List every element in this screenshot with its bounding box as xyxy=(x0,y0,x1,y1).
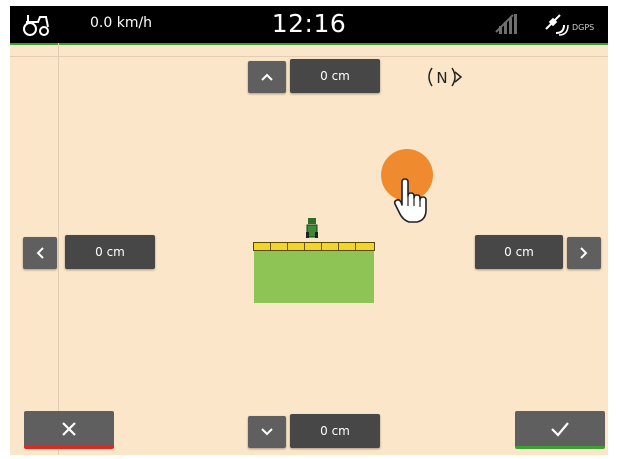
guidance-offset-screen: 0.0 km/h 12:16 DGPS 0 cm N 0 cm 0 cm 0 c… xyxy=(10,6,608,455)
chevron-down-icon xyxy=(261,428,273,436)
signal-icon xyxy=(495,14,517,34)
tractor-position-icon xyxy=(306,218,318,238)
satellite-icon xyxy=(545,14,569,36)
compass-icon: N xyxy=(428,67,463,87)
compass-north-label: N xyxy=(436,69,447,87)
offset-right-button[interactable] xyxy=(567,237,601,269)
gps-mode-label: DGPS xyxy=(572,23,595,32)
cancel-button[interactable] xyxy=(24,411,114,449)
checkmark-icon xyxy=(551,421,569,437)
offset-backward-value[interactable]: 0 cm xyxy=(290,414,380,448)
offset-left-button[interactable] xyxy=(23,237,57,269)
offset-left-value[interactable]: 0 cm xyxy=(65,235,155,269)
section-divider xyxy=(355,243,356,250)
offset-forward-button[interactable] xyxy=(248,61,286,93)
section-divider xyxy=(321,243,322,250)
implement-bar xyxy=(253,242,375,251)
offset-backward-button[interactable] xyxy=(248,416,286,448)
offset-right-value[interactable]: 0 cm xyxy=(475,235,563,269)
confirm-button[interactable] xyxy=(515,411,605,449)
grid-line-vertical xyxy=(58,43,59,455)
offset-forward-value[interactable]: 0 cm xyxy=(290,59,380,93)
close-icon xyxy=(62,421,76,436)
hand-pointer-icon xyxy=(393,178,427,223)
worked-area xyxy=(254,251,374,303)
section-divider xyxy=(304,243,305,250)
status-bar: 0.0 km/h 12:16 DGPS xyxy=(10,6,608,45)
chevron-left-icon xyxy=(36,247,44,259)
section-divider xyxy=(287,243,288,250)
chevron-up-icon xyxy=(261,73,273,81)
chevron-right-icon xyxy=(580,247,588,259)
grid-line-horizontal xyxy=(10,56,608,57)
section-divider xyxy=(338,243,339,250)
section-divider xyxy=(270,243,271,250)
